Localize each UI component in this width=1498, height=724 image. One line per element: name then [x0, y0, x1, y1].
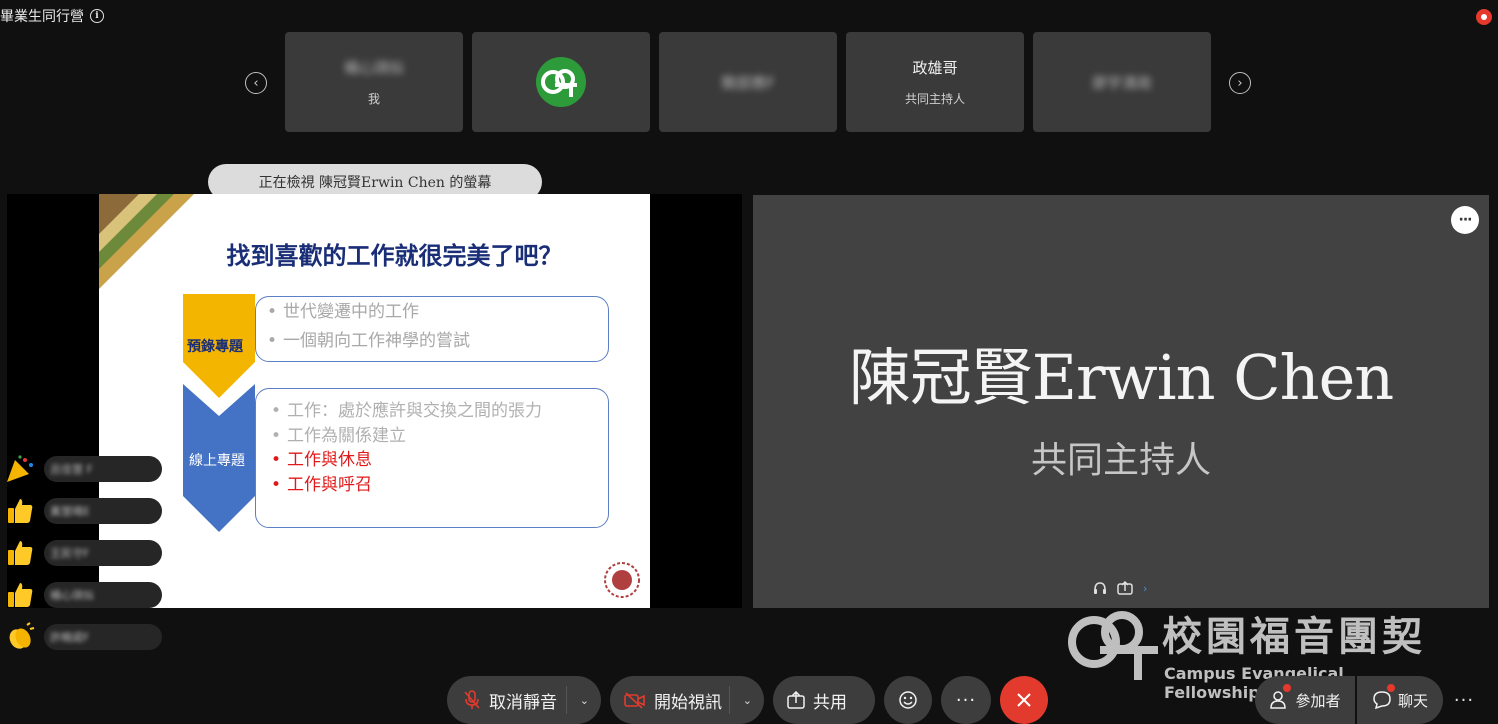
chevron-down-icon[interactable]: ⌄	[580, 694, 589, 707]
pre-recorded-label: 預錄專題	[187, 339, 243, 355]
meeting-title: 畢業生同行營 i	[0, 6, 104, 26]
speaker-role: 共同主持人	[1030, 440, 1211, 481]
presentation-slide: 找到喜歡的工作就很完美了吧？ 預錄專題 世代變遷中的工作 一個朝向工作神學的嘗試…	[99, 194, 650, 608]
participant-tile[interactable]	[472, 32, 650, 132]
start-video-label: 開始視訊	[654, 692, 722, 713]
slide-title: 找到喜歡的工作就很完美了吧？	[226, 242, 563, 270]
person-icon	[1270, 691, 1287, 709]
participant-sub: 我	[367, 92, 380, 106]
reaction-item: 許曉諾F	[0, 622, 162, 650]
chat-label: 聊天	[1397, 691, 1428, 710]
notification-dot	[1283, 684, 1291, 692]
reaction-name: 王民守F	[50, 547, 90, 560]
participant-name: 政雄哥	[912, 59, 958, 77]
live-topic-list: 工作：處於應許與交換之間的張力 工作為關係建立 工作與休息 工作與呼召	[271, 399, 542, 498]
participants-label: 參加者	[1295, 691, 1341, 710]
more-options-icon[interactable]: ···	[1451, 206, 1479, 234]
list-item: 工作：處於應許與交換之間的張力	[271, 399, 542, 424]
seal-stamp-icon	[604, 562, 640, 598]
chevron-down-icon[interactable]: ⌄	[743, 694, 752, 707]
pre-recorded-list: 世代變遷中的工作 一個朝向工作神學的嘗試	[267, 298, 470, 356]
reaction-item: 王民守F	[0, 540, 162, 566]
list-item: 工作為關係建立	[271, 424, 542, 449]
clapping-hands-icon	[2, 620, 38, 654]
participant-tile[interactable]: 楊心琪似 我	[285, 32, 463, 132]
reaction-name: 呂佳慧 F	[50, 463, 93, 476]
reaction-name: 許曉諾F	[50, 631, 90, 644]
chat-button[interactable]: 聊天	[1357, 676, 1443, 724]
speaker-status: ›	[1093, 581, 1147, 595]
live-topic-label: 線上專題	[189, 453, 245, 469]
chevron-right-icon: ›	[1143, 581, 1148, 595]
unmute-label: 取消靜音	[489, 692, 557, 713]
speaker-name: 陳冠賢Erwin Chen	[848, 341, 1394, 414]
participants-button[interactable]: 參加者	[1255, 676, 1355, 724]
thumbs-up-icon	[2, 536, 38, 570]
reaction-item: 黃慧晴E	[0, 498, 162, 524]
start-video-button[interactable]: 開始視訊 ⌄	[610, 676, 764, 724]
share-button[interactable]: 共用	[773, 676, 875, 724]
chat-bubble-icon	[1373, 691, 1391, 710]
headset-icon	[1094, 582, 1106, 594]
participant-sub: 共同主持人	[904, 92, 965, 106]
participant-name: 廖宇清政	[1091, 73, 1152, 92]
participant-name: 簡部應F	[721, 73, 775, 92]
participant-tile[interactable]: 簡部應F	[659, 32, 837, 132]
list-item: 工作與呼召	[271, 473, 542, 498]
party-popper-icon	[2, 452, 38, 486]
reaction-name: 黃慧晴E	[50, 505, 90, 518]
more-options-icon[interactable]: ···	[1446, 676, 1482, 724]
screen-share-icon	[1117, 581, 1133, 595]
video-off-icon	[624, 692, 645, 709]
cef-logo-icon	[536, 57, 586, 107]
close-icon	[1017, 693, 1031, 707]
meeting-title-text: 畢業生同行營	[0, 9, 84, 25]
share-label: 共用	[813, 692, 847, 713]
reaction-item: 楊心琪似	[0, 582, 162, 608]
active-speaker-panel[interactable]: ··· 陳冠賢Erwin Chen 共同主持人 ›	[753, 195, 1489, 608]
cef-watermark-logo-icon	[1068, 611, 1158, 680]
chevron-right-icon[interactable]: ›	[1229, 72, 1251, 94]
info-icon[interactable]: i	[90, 9, 104, 23]
list-item: 一個朝向工作神學的嘗試	[267, 327, 470, 356]
thumbs-up-icon	[2, 578, 38, 612]
list-item: 工作與休息	[271, 448, 542, 473]
smiley-icon	[899, 691, 917, 709]
list-item: 世代變遷中的工作	[267, 298, 470, 327]
reaction-name: 楊心琪似	[50, 589, 94, 602]
share-icon	[787, 691, 805, 709]
thumbs-up-icon	[2, 494, 38, 528]
watermark-chinese: 校園福音團契	[1162, 614, 1426, 660]
participant-tile[interactable]: 政雄哥 共同主持人	[846, 32, 1024, 132]
more-options-button[interactable]: ···	[941, 676, 991, 724]
reaction-item: 呂佳慧 F	[0, 455, 162, 482]
recording-indicator-icon[interactable]	[1476, 9, 1492, 25]
participant-tile[interactable]: 廖宇清政	[1033, 32, 1211, 132]
reactions-button[interactable]	[884, 676, 932, 724]
unmute-button[interactable]: 取消靜音 ⌄	[447, 676, 601, 724]
notification-dot	[1387, 684, 1395, 692]
muted-microphone-icon	[464, 690, 480, 709]
leave-meeting-button[interactable]	[1000, 676, 1048, 724]
participant-name: 楊心琪似	[343, 59, 404, 77]
chevron-left-icon[interactable]: ‹	[245, 72, 267, 94]
